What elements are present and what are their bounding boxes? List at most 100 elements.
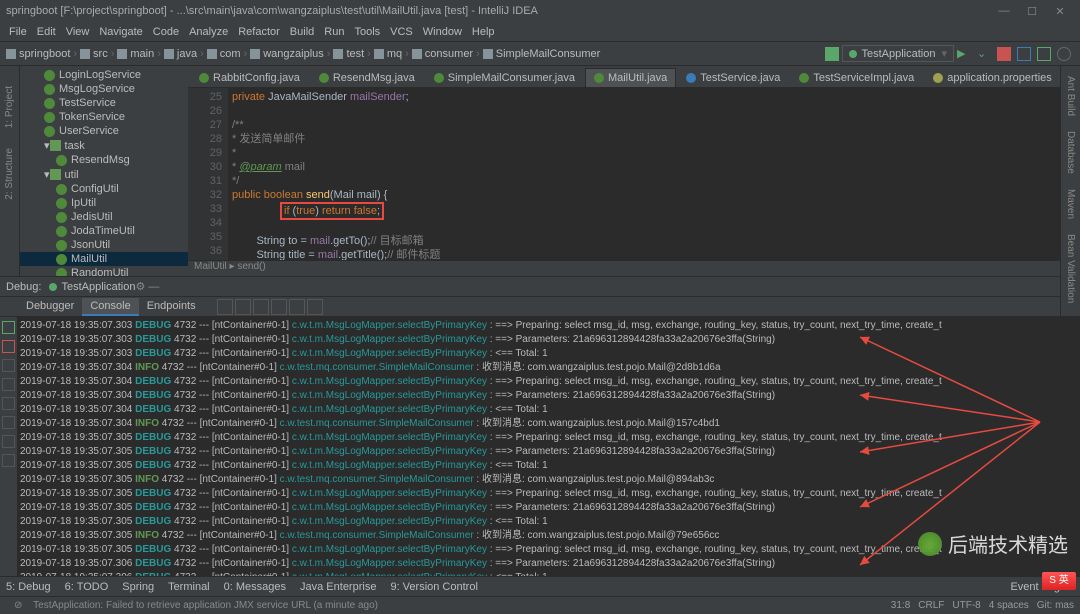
menu-analyze[interactable]: Analyze bbox=[184, 26, 233, 38]
tool-window-button[interactable]: 9: Version Control bbox=[390, 581, 477, 593]
line-number[interactable]: 26 bbox=[190, 104, 222, 118]
editor-tab[interactable]: application.properties bbox=[924, 68, 1061, 87]
menu-tools[interactable]: Tools bbox=[349, 26, 385, 38]
step-over-icon[interactable] bbox=[217, 299, 233, 315]
tree-item-randomutil[interactable]: RandomUtil bbox=[20, 266, 188, 276]
breadcrumb-item[interactable]: src bbox=[80, 48, 108, 60]
breadcrumb-item[interactable]: consumer bbox=[412, 48, 473, 60]
tool-window-button[interactable]: 0: Messages bbox=[224, 581, 286, 593]
tool-window-button[interactable]: Terminal bbox=[168, 581, 210, 593]
tree-item-jsonutil[interactable]: JsonUtil bbox=[20, 238, 188, 252]
ant-build-button[interactable]: Ant Build bbox=[1065, 76, 1076, 116]
menu-help[interactable]: Help bbox=[467, 26, 500, 38]
editor-tab[interactable]: TestService.java bbox=[677, 68, 789, 87]
tool-window-button[interactable]: Java Enterprise bbox=[300, 581, 376, 593]
build-icon[interactable] bbox=[825, 47, 839, 61]
line-number[interactable]: 34 bbox=[190, 216, 222, 230]
evaluate-icon[interactable] bbox=[289, 299, 305, 315]
filter-icon[interactable] bbox=[2, 378, 15, 391]
project-tool-button[interactable]: 1: Project bbox=[4, 86, 15, 128]
menu-refactor[interactable]: Refactor bbox=[233, 26, 285, 38]
settings-icon[interactable] bbox=[307, 299, 323, 315]
tab-console[interactable]: Console bbox=[82, 298, 138, 316]
file-encoding[interactable]: UTF-8 bbox=[952, 600, 980, 611]
menu-window[interactable]: Window bbox=[418, 26, 467, 38]
line-number[interactable]: 36 bbox=[190, 244, 222, 258]
tree-item-userservice[interactable]: UserService bbox=[20, 124, 188, 138]
line-number[interactable]: 25 bbox=[190, 90, 222, 104]
maximize-button[interactable]: ☐ bbox=[1018, 2, 1046, 20]
close-button[interactable]: ✕ bbox=[1046, 2, 1074, 20]
bean-validation-button[interactable]: Bean Validation bbox=[1065, 234, 1076, 303]
menu-code[interactable]: Code bbox=[148, 26, 184, 38]
toggle-soft-wrap-icon[interactable] bbox=[2, 397, 15, 410]
gear-icon[interactable]: ⚙ bbox=[135, 280, 145, 293]
step-out-icon[interactable] bbox=[253, 299, 269, 315]
breadcrumb-item[interactable]: main bbox=[117, 48, 154, 60]
editor-tab[interactable]: RabbitConfig.java bbox=[190, 68, 309, 87]
debug-target[interactable]: TestApplication bbox=[61, 281, 135, 293]
line-number[interactable]: 35 bbox=[190, 230, 222, 244]
search-icon[interactable] bbox=[1057, 47, 1071, 61]
line-number[interactable]: 31 bbox=[190, 174, 222, 188]
breadcrumb-item[interactable]: com bbox=[207, 48, 241, 60]
tree-item-loginlogservice[interactable]: LoginLogService bbox=[20, 68, 188, 82]
editor-tab[interactable]: TestServiceImpl.java bbox=[790, 68, 923, 87]
git-push-icon[interactable] bbox=[1037, 47, 1051, 61]
run-config-selector[interactable]: TestApplication▾ bbox=[842, 45, 954, 62]
menu-vcs[interactable]: VCS bbox=[385, 26, 418, 38]
breadcrumb-item[interactable]: java bbox=[164, 48, 197, 60]
breadcrumb-item[interactable]: mq bbox=[374, 48, 402, 60]
line-separator[interactable]: CRLF bbox=[918, 600, 944, 611]
tree-item-task[interactable]: ▾ task bbox=[20, 138, 188, 153]
menu-build[interactable]: Build bbox=[285, 26, 319, 38]
breadcrumb-item[interactable]: wangzaiplus bbox=[250, 48, 324, 60]
indent-config[interactable]: 4 spaces bbox=[989, 600, 1029, 611]
editor-gutter[interactable]: 252627282930313233343536 bbox=[188, 88, 228, 260]
tool-window-button[interactable]: 5: Debug bbox=[6, 581, 51, 593]
tool-window-button[interactable]: Spring bbox=[122, 581, 154, 593]
editor-crumb[interactable]: MailUtil ▸ send() bbox=[188, 260, 1080, 276]
debug-icon[interactable]: ⌄ bbox=[977, 47, 991, 61]
tree-item-tokenservice[interactable]: TokenService bbox=[20, 110, 188, 124]
print-icon[interactable] bbox=[2, 435, 15, 448]
menu-edit[interactable]: Edit bbox=[32, 26, 61, 38]
tab-debugger[interactable]: Debugger bbox=[18, 298, 82, 316]
editor-tab[interactable]: MailUtil.java bbox=[585, 68, 676, 87]
breadcrumb-item[interactable]: SimpleMailConsumer bbox=[483, 48, 601, 60]
menu-view[interactable]: View bbox=[61, 26, 95, 38]
breadcrumb-item[interactable]: springboot bbox=[6, 48, 70, 60]
pause-icon[interactable] bbox=[2, 359, 15, 372]
cursor-position[interactable]: 31:8 bbox=[891, 600, 910, 611]
tree-item-resendmsg[interactable]: ResendMsg bbox=[20, 153, 188, 167]
menu-file[interactable]: File bbox=[4, 26, 32, 38]
minimize-tool-icon[interactable]: — bbox=[148, 281, 159, 293]
tree-item-util[interactable]: ▾ util bbox=[20, 167, 188, 182]
ime-switcher[interactable]: S 英 bbox=[1042, 572, 1076, 590]
tree-item-mailutil[interactable]: MailUtil bbox=[20, 252, 188, 266]
clear-icon[interactable] bbox=[2, 454, 15, 467]
breadcrumb-item[interactable]: test bbox=[333, 48, 364, 60]
tree-item-testservice[interactable]: TestService bbox=[20, 96, 188, 110]
line-number[interactable]: 27 bbox=[190, 118, 222, 132]
structure-tool-button[interactable]: 2: Structure bbox=[4, 148, 15, 200]
breadcrumb[interactable]: springboot›src›main›java›com›wangzaiplus… bbox=[6, 48, 600, 60]
git-branch[interactable]: Git: mas bbox=[1037, 600, 1074, 611]
maven-button[interactable]: Maven bbox=[1065, 189, 1076, 219]
rerun-icon[interactable] bbox=[2, 321, 15, 334]
editor-tab[interactable]: ResendMsg.java bbox=[310, 68, 424, 87]
tree-item-iputil[interactable]: IpUtil bbox=[20, 196, 188, 210]
code-editor[interactable]: private JavaMailSender mailSender; /** *… bbox=[228, 88, 1080, 260]
editor-tab[interactable]: SimpleMailConsumer.java bbox=[425, 68, 584, 87]
tab-endpoints[interactable]: Endpoints bbox=[139, 298, 204, 316]
line-number[interactable]: 33 bbox=[190, 202, 222, 216]
run-icon[interactable]: ▶ bbox=[957, 47, 971, 61]
line-number[interactable]: 28 bbox=[190, 132, 222, 146]
line-number[interactable]: 32 bbox=[190, 188, 222, 202]
menu-navigate[interactable]: Navigate bbox=[94, 26, 147, 38]
resume-icon[interactable] bbox=[271, 299, 287, 315]
stop-console-icon[interactable] bbox=[2, 340, 15, 353]
tool-window-button[interactable]: 6: TODO bbox=[65, 581, 109, 593]
tree-item-msglogservice[interactable]: MsgLogService bbox=[20, 82, 188, 96]
stop-icon[interactable] bbox=[997, 47, 1011, 61]
